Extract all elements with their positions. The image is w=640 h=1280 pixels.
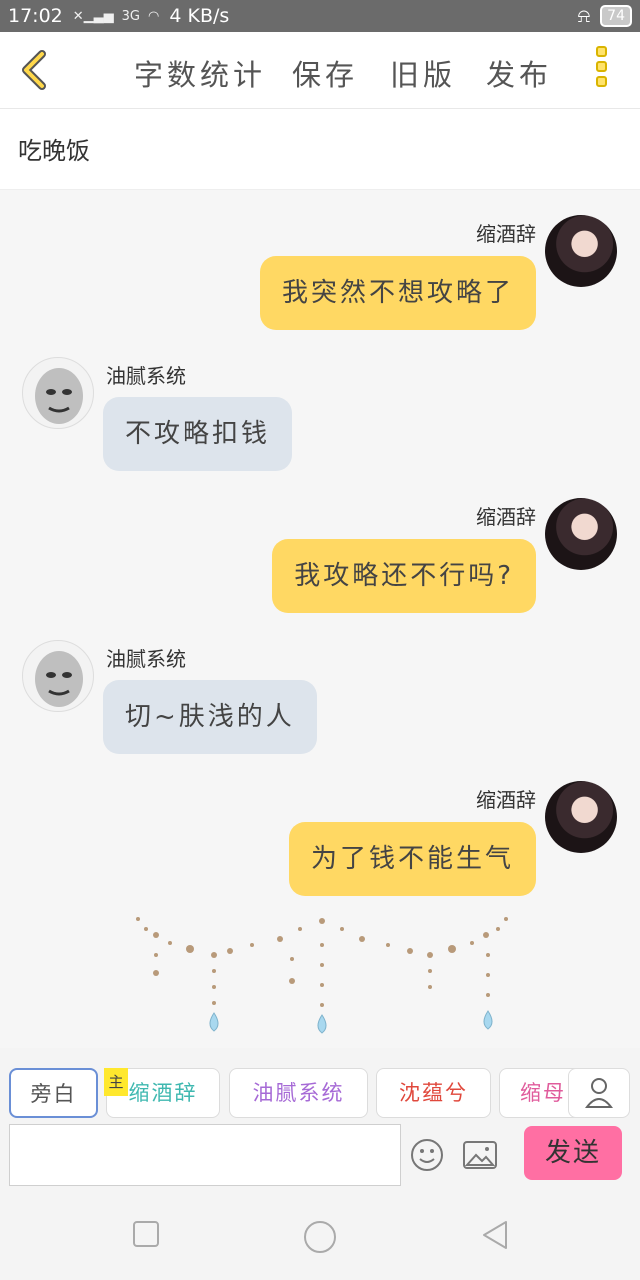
role-selector: 旁白 缩酒辞 主 油腻系统 沈蕴兮 缩母 [0,1068,640,1122]
wifi-icon: ◠ [148,8,160,24]
old-version-button[interactable]: 旧版 [390,52,456,94]
sender-name: 缩酒辞 [476,788,536,812]
message-bubble[interactable]: 我攻略还不行吗? [272,539,536,613]
main-role-badge: 主 [104,1068,128,1096]
role-chip[interactable]: 沈蕴兮 [376,1068,491,1118]
story-title[interactable]: 吃晚饭 [18,131,90,166]
mute-bell-icon: ⍾ [577,5,591,27]
chat-area[interactable]: 缩酒辞 我突然不想攻略了 油腻系统 不攻略扣钱 缩酒辞 我攻略还不行吗? 油腻系… [0,190,640,1048]
toolbar: 字数统计 保存 旧版 发布 [0,32,640,109]
role-chip[interactable]: 油腻系统 [229,1068,368,1118]
decorative-bead-divider-icon [136,917,508,1034]
publish-button[interactable]: 发布 [486,52,552,94]
message-bubble[interactable]: 为了钱不能生气 [288,822,536,896]
system-nav-bar [0,1196,640,1280]
sender-name: 油腻系统 [106,647,186,671]
smiley-icon[interactable] [410,1138,444,1172]
more-vertical-icon[interactable] [596,46,614,96]
message-bubble[interactable]: 我突然不想攻略了 [259,256,536,330]
sender-name: 缩酒辞 [476,505,536,529]
send-button[interactable]: 发送 [524,1126,622,1180]
message-input[interactable] [9,1124,401,1186]
avatar-meme[interactable] [22,640,94,712]
network-type: 3G [121,8,141,24]
status-time: 17:02 [8,5,63,27]
role-chip-narrator[interactable]: 旁白 [9,1068,98,1118]
network-speed: 4 KB/s [169,5,230,27]
sender-name: 缩酒辞 [476,222,536,246]
home-icon[interactable] [303,1220,337,1254]
message-bubble[interactable]: 不攻略扣钱 [103,397,293,471]
word-count-button[interactable]: 字数统计 [134,52,266,94]
back-triangle-icon[interactable] [480,1220,510,1250]
recent-apps-icon[interactable] [132,1220,160,1248]
add-role-person-icon[interactable] [568,1068,630,1118]
message-bubble[interactable]: 切~肤浅的人 [103,680,317,754]
battery-level: 74 [600,5,632,27]
status-bar: 17:02 ✕▁▃▅ 3G ◠ 4 KB/s ⍾ 74 [0,0,640,32]
avatar-meme[interactable] [22,357,94,429]
avatar-girl[interactable] [545,498,617,570]
sender-name: 油腻系统 [106,364,186,388]
save-button[interactable]: 保存 [292,52,358,94]
avatar-girl[interactable] [545,215,617,287]
image-icon[interactable] [463,1141,497,1169]
chevron-left-icon[interactable] [18,50,50,90]
avatar-girl[interactable] [545,781,617,853]
story-title-bar: 吃晚饭 [0,109,640,190]
composer-area: 旁白 缩酒辞 主 油腻系统 沈蕴兮 缩母 发送 [0,1048,640,1196]
signal-icon: ✕▁▃▅ [72,8,114,24]
